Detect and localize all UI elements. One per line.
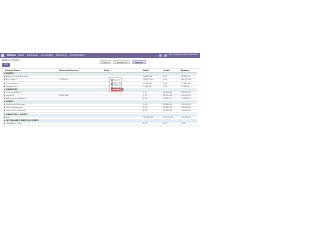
chevron-right-icon[interactable]: [3, 79, 5, 81]
chevron-right-icon[interactable]: [3, 110, 5, 112]
row-cell: 0.00: [181, 122, 186, 125]
chevron-right-icon[interactable]: [3, 103, 5, 106]
chevron-right-icon[interactable]: [3, 119, 5, 121]
row-cell: 0.00: [163, 122, 168, 125]
breadcrumb: Balance Sheet: [2, 59, 20, 62]
company-switcher[interactable]: My Company (San Francisco): [169, 54, 198, 57]
selection-highlight: [110, 88, 123, 91]
row-label: Off-Balance Sheet: [6, 122, 23, 125]
filters-button[interactable]: Filters: [100, 60, 111, 64]
chevron-right-icon[interactable]: [3, 100, 5, 103]
chevron-right-icon[interactable]: [3, 122, 5, 125]
control-panel: Balance Sheet PDF Filters Comparison Opt…: [0, 58, 200, 69]
report-table: Account Name Partner Reference Date Debi…: [0, 70, 200, 126]
chevron-right-icon[interactable]: [3, 82, 5, 84]
chevron-right-icon[interactable]: [3, 72, 5, 75]
options-button[interactable]: Options: [131, 60, 146, 64]
activity-icon[interactable]: [164, 54, 167, 57]
chat-icon[interactable]: [159, 54, 162, 57]
row-cell: 0.00: [143, 122, 148, 125]
chevron-right-icon[interactable]: [3, 116, 5, 118]
chevron-right-icon[interactable]: [3, 113, 5, 115]
apps-menu-icon[interactable]: [1, 54, 4, 57]
filter-bar: Filters Comparison Options: [100, 60, 146, 64]
chevron-right-icon[interactable]: [3, 91, 5, 94]
chevron-right-icon[interactable]: [3, 88, 5, 90]
systray: My Company (San Francisco): [159, 54, 198, 57]
chevron-right-icon[interactable]: [3, 107, 5, 109]
pdf-button[interactable]: PDF: [2, 63, 10, 67]
chevron-right-icon[interactable]: [3, 76, 5, 78]
chevron-right-icon[interactable]: [3, 94, 5, 97]
comparison-button[interactable]: Comparison: [113, 60, 130, 64]
table-row[interactable]: Off-Balance Sheet 0.00 0.00 0.00: [3, 122, 197, 126]
chevron-right-icon[interactable]: [3, 97, 5, 100]
chevron-right-icon[interactable]: [3, 85, 5, 87]
options-dropdown: Expand Hierarchy Subtotals Unfold All Sh…: [109, 77, 124, 92]
